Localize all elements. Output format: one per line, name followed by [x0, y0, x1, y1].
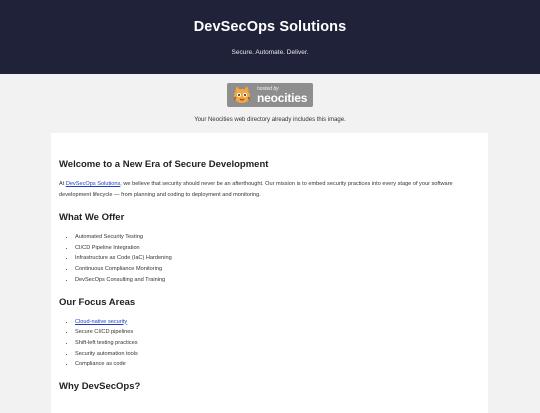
badge-area: hosted by neocities — [0, 74, 540, 110]
intro-paragraph: At DevSecOps Solutions, we believe that … — [59, 179, 480, 201]
list-item: Continuous Compliance Monitoring — [75, 264, 480, 275]
offer-heading: What We Offer — [59, 212, 125, 223]
site-tagline: Secure. Automate. Deliver. — [231, 49, 309, 56]
company-link[interactable]: DevSecOps Solutions — [66, 181, 120, 187]
cloud-native-link[interactable]: Cloud-native security — [75, 319, 127, 325]
list-item: Security automation tools — [75, 349, 480, 360]
site-title: DevSecOps Solutions — [193, 19, 347, 35]
badge-big-text: neocities — [257, 90, 308, 105]
list-item: Automated Security Testing — [75, 232, 480, 243]
focus-list: Cloud-native security Secure CI/CD pipel… — [59, 317, 480, 371]
welcome-heading: Welcome to a New Era of Secure Developme… — [59, 159, 269, 170]
list-item: DevSecOps Consulting and Training — [75, 275, 480, 286]
neocities-badge[interactable]: hosted by neocities — [227, 83, 313, 107]
list-item: Cloud-native security — [75, 317, 480, 328]
list-item: Compliance as code — [75, 359, 480, 370]
focus-heading: Our Focus Areas — [59, 296, 136, 308]
offer-list: Automated Security Testing CI/CD Pipelin… — [59, 232, 480, 286]
intro-prefix: At — [59, 181, 66, 187]
main-content: Welcome to a New Era of Secure Developme… — [51, 133, 488, 413]
badge-note: Your Neocities web directory already inc… — [194, 117, 346, 123]
list-item: Secure CI/CD pipelines — [75, 327, 480, 338]
neocities-cat-icon — [233, 86, 251, 103]
list-item: Shift-left testing practices — [75, 338, 480, 349]
list-item: CI/CD Pipeline Integration — [75, 243, 480, 254]
list-item: Infrastructure as Code (IaC) Hardening — [75, 253, 480, 264]
site-header: DevSecOps Solutions Secure. Automate. De… — [0, 0, 540, 74]
why-heading: Why DevSecOps? — [59, 381, 141, 393]
